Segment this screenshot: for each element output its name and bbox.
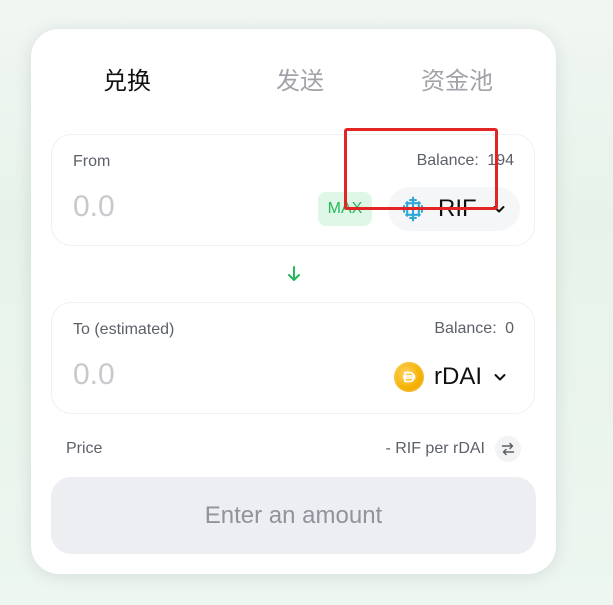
- tab-swap[interactable]: 兑换: [103, 69, 151, 93]
- to-balance: Balance: 0: [434, 320, 514, 338]
- from-label: From: [73, 153, 111, 170]
- to-amount-input[interactable]: [73, 358, 223, 392]
- from-amount-input[interactable]: [73, 190, 223, 224]
- price-value-group: - RIF per rDAI: [385, 436, 521, 462]
- to-balance-value: 0: [505, 320, 514, 337]
- chevron-down-icon: [490, 200, 508, 218]
- price-label: Price: [66, 440, 103, 457]
- from-token-select[interactable]: RIF: [388, 187, 520, 231]
- max-button[interactable]: MAX: [318, 192, 372, 226]
- to-token-select[interactable]: rDAI: [380, 355, 520, 399]
- to-label: To (estimated): [73, 321, 175, 338]
- to-token-symbol: rDAI: [434, 363, 482, 390]
- swap-horizontal-icon[interactable]: [495, 436, 521, 462]
- chevron-down-icon: [492, 368, 508, 386]
- from-panel: From Balance: 194 MAX: [51, 134, 535, 246]
- swap-card: 兑换 发送 资金池 From Balance: 194 MAX: [31, 29, 556, 574]
- to-balance-label: Balance:: [434, 320, 497, 337]
- rif-token-icon: [398, 194, 428, 224]
- tab-bar: 兑换 发送 资金池: [31, 59, 556, 103]
- tab-send[interactable]: 发送: [276, 69, 324, 93]
- to-panel: To (estimated) Balance: 0 rDAI: [51, 302, 535, 414]
- rdai-token-icon: [394, 362, 424, 392]
- tab-pool[interactable]: 资金池: [421, 69, 493, 93]
- price-row: Price - RIF per rDAI: [66, 436, 521, 462]
- from-balance-label: Balance:: [416, 152, 479, 169]
- from-token-symbol: RIF: [438, 195, 477, 222]
- from-balance: Balance: 194: [417, 152, 514, 170]
- price-value: - RIF per rDAI: [385, 440, 485, 457]
- from-balance-value: 194: [487, 152, 514, 169]
- arrow-down-icon[interactable]: [285, 265, 303, 283]
- enter-amount-button[interactable]: Enter an amount: [51, 477, 536, 554]
